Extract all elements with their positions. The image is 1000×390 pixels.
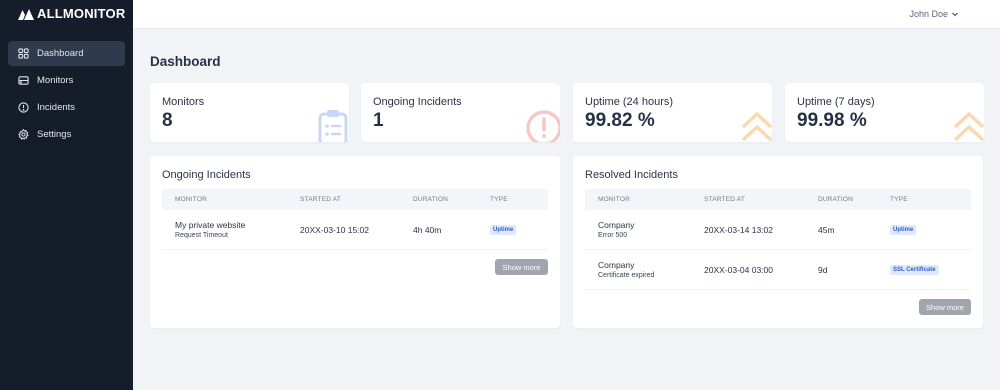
stat-label: Ongoing Incidents <box>373 96 462 108</box>
table-row[interactable]: Company Certificate expired 20XX-03-04 0… <box>585 250 971 290</box>
sidebar-item-dashboard[interactable]: Dashboard <box>8 41 125 66</box>
stat-value: 99.82 % <box>585 110 655 131</box>
sidebar-nav: Dashboard Monitors Incidents Settings <box>8 41 125 149</box>
gear-icon <box>18 129 29 140</box>
sidebar-item-settings[interactable]: Settings <box>8 122 125 147</box>
sidebar-item-label: Dashboard <box>37 48 84 59</box>
panel-title: Resolved Incidents <box>585 169 678 181</box>
user-name: John Doe <box>909 9 948 19</box>
stat-card-uptime-24h: Uptime (24 hours) 99.82 % <box>573 83 772 142</box>
sidebar-item-label: Monitors <box>37 75 74 86</box>
alert-circle-icon <box>18 102 29 113</box>
column-header-monitor: MONITOR <box>598 196 630 203</box>
column-header-duration: DURATION <box>413 196 449 203</box>
brand-name: ALLMONITOR <box>37 6 126 21</box>
alert-circle-icon <box>526 110 560 142</box>
chevron-down-icon <box>952 12 958 17</box>
user-menu[interactable]: John Doe <box>909 9 959 19</box>
double-chevron-up-icon <box>741 111 772 142</box>
page-title: Dashboard <box>150 54 221 69</box>
table-row[interactable]: My private website Request Timeout 20XX-… <box>162 210 548 250</box>
server-icon <box>18 75 29 86</box>
type-badge: Uptime <box>490 225 517 235</box>
topbar: John Doe <box>133 0 1000 29</box>
ongoing-incidents-panel: Ongoing Incidents MONITOR STARTED AT DUR… <box>150 156 560 328</box>
incident-detail: Certificate expired <box>598 272 655 279</box>
duration: 9d <box>818 265 828 275</box>
monitor-name: My private website <box>175 220 246 230</box>
show-more-button[interactable]: Show more <box>495 259 548 275</box>
grid-icon <box>18 48 29 59</box>
table-header: MONITOR STARTED AT DURATION TYPE <box>585 189 971 210</box>
clipboard-icon <box>318 110 348 142</box>
panel-title: Ongoing Incidents <box>162 169 251 181</box>
logo-icon <box>18 9 34 20</box>
started-at: 20XX-03-14 13:02 <box>704 225 773 235</box>
column-header-type: TYPE <box>890 196 908 203</box>
stat-value: 1 <box>373 110 384 131</box>
started-at: 20XX-03-04 03:00 <box>704 265 773 275</box>
duration: 45m <box>818 225 835 235</box>
sidebar-item-monitors[interactable]: Monitors <box>8 68 125 93</box>
stat-card-monitors: Monitors 8 <box>150 83 349 142</box>
column-header-type: TYPE <box>490 196 508 203</box>
column-header-duration: DURATION <box>818 196 854 203</box>
resolved-incidents-panel: Resolved Incidents MONITOR STARTED AT DU… <box>573 156 983 328</box>
column-header-monitor: MONITOR <box>175 196 207 203</box>
stat-value: 8 <box>162 110 173 131</box>
stat-label: Monitors <box>162 96 205 108</box>
table-header: MONITOR STARTED AT DURATION TYPE <box>162 189 548 210</box>
type-badge: SSL Certificate <box>890 265 939 275</box>
stat-label: Uptime (7 days) <box>797 96 875 108</box>
started-at: 20XX-03-10 15:02 <box>300 225 369 235</box>
stat-value: 99.98 % <box>797 110 867 131</box>
sidebar-item-incidents[interactable]: Incidents <box>8 95 125 120</box>
show-more-button[interactable]: Show more <box>919 299 971 315</box>
stat-card-uptime-7d: Uptime (7 days) 99.98 % <box>785 83 984 142</box>
stat-card-ongoing-incidents: Ongoing Incidents 1 <box>361 83 560 142</box>
double-chevron-up-icon <box>953 111 984 142</box>
sidebar-item-label: Incidents <box>37 102 76 113</box>
table-row[interactable]: Company Error 500 20XX-03-14 13:02 45m U… <box>585 210 971 250</box>
stat-label: Uptime (24 hours) <box>585 96 674 108</box>
sidebar-item-label: Settings <box>37 129 72 140</box>
column-header-started-at: STARTED AT <box>300 196 342 203</box>
brand[interactable]: ALLMONITOR <box>18 7 125 21</box>
duration: 4h 40m <box>413 225 442 235</box>
sidebar: ALLMONITOR Dashboard Monitors Incidents … <box>0 0 133 390</box>
incident-detail: Error 500 <box>598 232 628 239</box>
incident-detail: Request Timeout <box>175 232 228 239</box>
type-badge: Uptime <box>890 225 917 235</box>
monitor-name: Company <box>598 260 635 270</box>
monitor-name: Company <box>598 220 635 230</box>
column-header-started-at: STARTED AT <box>704 196 746 203</box>
